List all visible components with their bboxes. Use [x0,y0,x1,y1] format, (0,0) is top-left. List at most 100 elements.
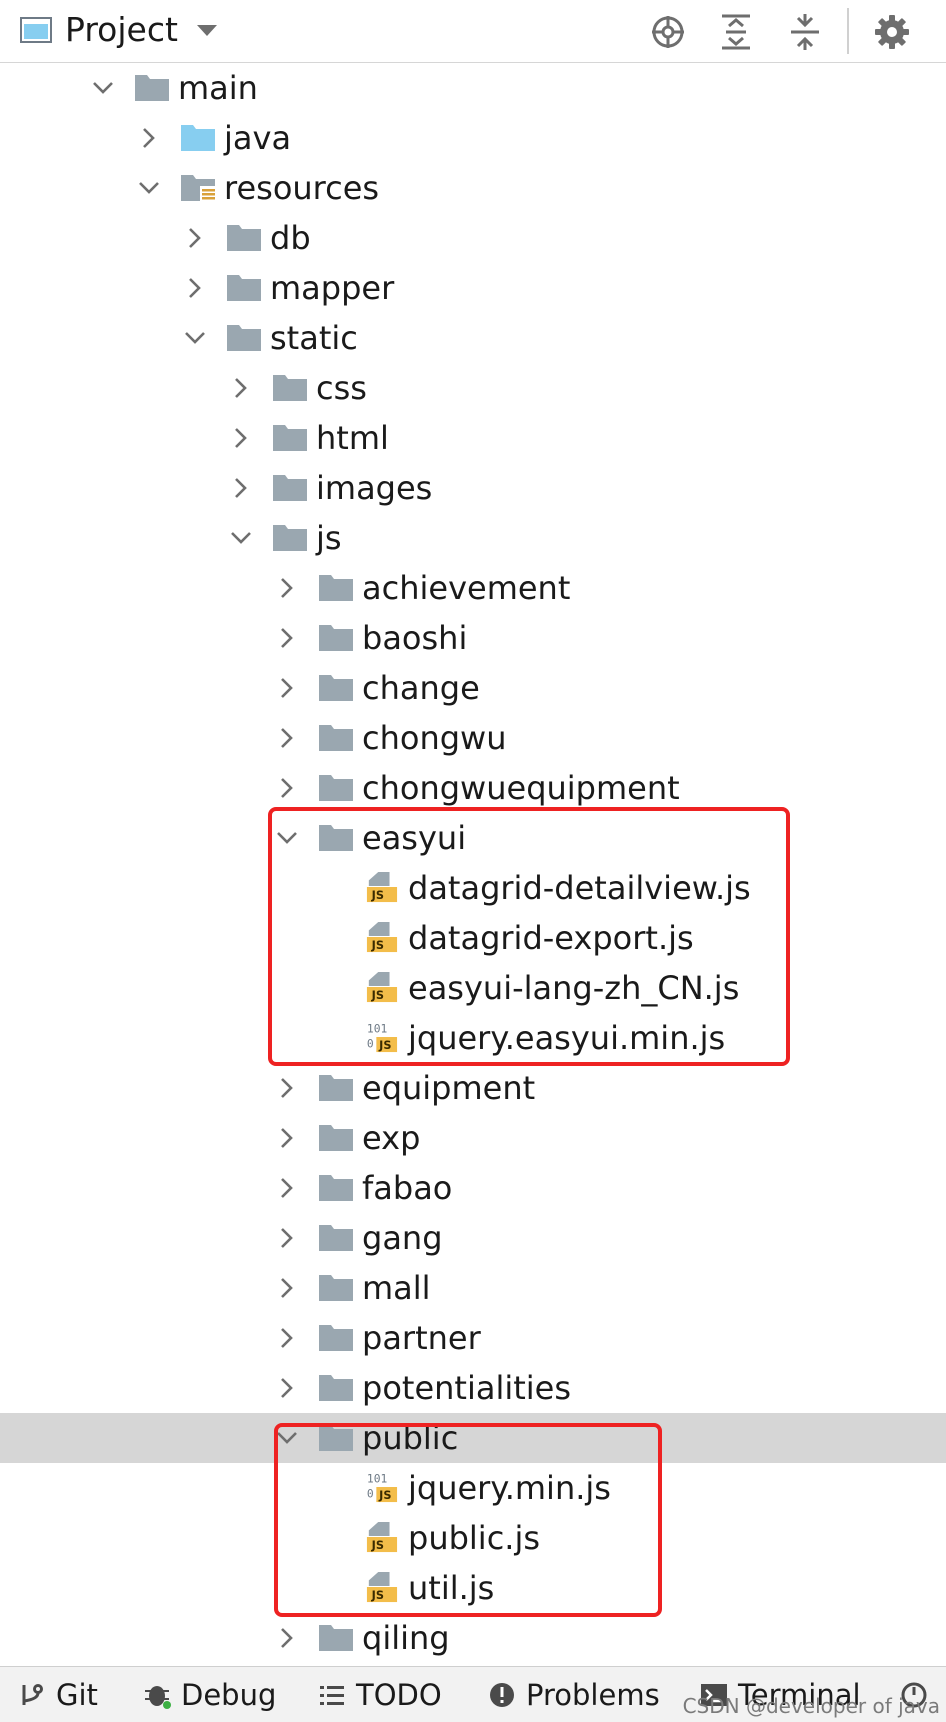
chevron-right-icon[interactable] [229,426,253,450]
list-icon [320,1686,344,1705]
tree-folder-row[interactable]: baoshi [0,613,946,663]
chevron-right-icon[interactable] [275,1176,299,1200]
folder-icon [273,525,307,551]
folder-icon [319,1425,353,1451]
chevron-down-icon[interactable] [91,76,115,100]
chevron-right-icon[interactable] [275,676,299,700]
tab-debug-label: Debug [181,1678,277,1712]
project-tree[interactable]: main java resources db mapper static css html im… [0,63,946,1665]
js-file-icon: JS [366,1571,398,1602]
svg-text:0: 0 [367,1037,374,1050]
chevron-right-icon[interactable] [183,226,207,250]
tab-problems-label: Problems [526,1678,660,1712]
locate-icon[interactable] [648,12,688,52]
chevron-down-icon[interactable] [275,826,299,850]
tree-folder-row[interactable]: main [0,63,946,113]
tree-folder-row[interactable]: achievement [0,563,946,613]
chevron-right-icon[interactable] [275,726,299,750]
svg-text:101: 101 [367,1472,388,1485]
tree-file-row[interactable]: JS easyui-lang-zh_CN.js [0,963,946,1013]
tree-item-label: easyui [362,819,467,857]
tree-folder-row[interactable]: potentialities [0,1363,946,1413]
chevron-right-icon[interactable] [183,276,207,300]
tree-folder-row[interactable]: equipment [0,1063,946,1113]
watermark: CSDN @developer of java [682,1694,940,1718]
expand-all-icon[interactable] [716,12,756,52]
tree-file-row[interactable]: JS datagrid-export.js [0,913,946,963]
tree-folder-row[interactable]: mapper [0,263,946,313]
collapse-all-icon[interactable] [785,12,825,52]
js-file-icon: 101 0 JS [367,1022,398,1052]
tree-folder-row[interactable]: mall [0,1263,946,1313]
project-view-title[interactable]: Project [65,10,178,50]
dropdown-caret-icon[interactable] [195,22,219,38]
folder-icon [181,125,215,151]
tree-file-row[interactable]: JS datagrid-detailview.js [0,863,946,913]
tree-folder-row[interactable]: html [0,413,946,463]
tree-item-label: util.js [408,1569,495,1607]
tree-folder-row[interactable]: css [0,363,946,413]
tree-folder-row[interactable]: change [0,663,946,713]
chevron-right-icon[interactable] [275,1126,299,1150]
chevron-right-icon[interactable] [229,476,253,500]
chevron-right-icon[interactable] [137,126,161,150]
js-file-icon: JS [366,1521,398,1552]
tree-folder-row[interactable]: public [0,1413,946,1463]
svg-text:0: 0 [367,1487,374,1500]
tree-folder-row[interactable]: chongwuequipment [0,763,946,813]
tree-folder-row[interactable]: java [0,113,946,163]
tree-folder-row[interactable]: exp [0,1113,946,1163]
chevron-right-icon[interactable] [275,1376,299,1400]
chevron-right-icon[interactable] [275,1626,299,1650]
tree-item-label: mall [362,1269,431,1307]
tree-folder-row[interactable]: gang [0,1213,946,1263]
folder-icon [319,575,353,601]
tree-file-row[interactable]: JS util.js [0,1563,946,1613]
chevron-right-icon[interactable] [275,1076,299,1100]
chevron-right-icon[interactable] [275,626,299,650]
tab-problems[interactable]: Problems [488,1677,660,1713]
chevron-down-icon[interactable] [137,176,161,200]
tree-folder-row[interactable]: qiling [0,1613,946,1663]
folder-icon [227,275,261,301]
folder-icon [273,475,307,501]
folder-icon [135,75,169,101]
tree-file-row[interactable]: 101 0 JS jquery.min.js [0,1463,946,1513]
chevron-right-icon[interactable] [275,776,299,800]
gear-icon[interactable] [872,12,912,52]
tab-git[interactable]: Git [18,1677,98,1713]
chevron-right-icon[interactable] [275,576,299,600]
tree-item-label: public.js [408,1519,541,1557]
folder-icon [319,1175,353,1201]
tree-file-row[interactable]: JS public.js [0,1513,946,1563]
tree-folder-row[interactable]: resources [0,163,946,213]
tree-item-label: main [178,69,258,107]
tree-item-label: chongwuequipment [362,769,680,807]
chevron-right-icon[interactable] [229,376,253,400]
tree-folder-row[interactable]: static [0,313,946,363]
warning-icon [490,1683,514,1707]
tree-folder-row[interactable]: images [0,463,946,513]
tree-item-label: css [316,369,367,407]
tab-todo[interactable]: TODO [318,1677,443,1713]
tree-file-row[interactable]: 101 0 JS jquery.easyui.min.js [0,1013,946,1063]
tree-item-label: exp [362,1119,421,1157]
tree-folder-row[interactable]: chongwu [0,713,946,763]
tree-item-label: easyui-lang-zh_CN.js [408,969,740,1007]
chevron-right-icon[interactable] [275,1276,299,1300]
svg-text:JS: JS [371,889,384,902]
project-toolbar: Project [0,0,946,63]
chevron-right-icon[interactable] [275,1226,299,1250]
tree-folder-row[interactable]: db [0,213,946,263]
chevron-down-icon[interactable] [183,326,207,350]
tree-item-label: baoshi [362,619,468,657]
chevron-down-icon[interactable] [275,1426,299,1450]
tree-folder-row[interactable]: fabao [0,1163,946,1213]
tree-folder-row[interactable]: js [0,513,946,563]
tree-folder-row[interactable]: easyui [0,813,946,863]
svg-text:JS: JS [371,939,384,952]
chevron-right-icon[interactable] [275,1326,299,1350]
chevron-down-icon[interactable] [229,526,253,550]
tree-folder-row[interactable]: partner [0,1313,946,1363]
tab-debug[interactable]: Debug [143,1677,277,1713]
